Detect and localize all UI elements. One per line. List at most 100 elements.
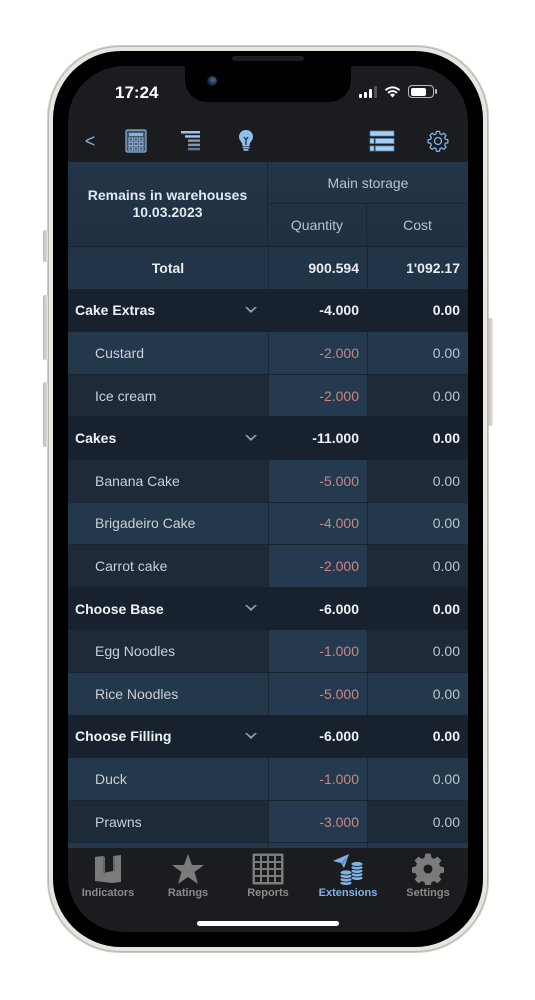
table-row[interactable]: Rice Noodles -5.000 0.00 bbox=[68, 672, 468, 716]
calculator-icon bbox=[125, 129, 147, 153]
mute-switch bbox=[43, 230, 48, 262]
hierarchy-list-icon bbox=[181, 131, 200, 151]
group-cost: 0.00 bbox=[432, 430, 460, 447]
table-row[interactable]: Egg Noodles -1.000 0.00 bbox=[68, 630, 468, 673]
back-button[interactable]: < bbox=[82, 127, 98, 155]
item-quantity: -1.000 bbox=[268, 758, 367, 800]
grid-icon bbox=[252, 853, 284, 885]
home-indicator[interactable] bbox=[197, 921, 339, 926]
battery-icon bbox=[408, 85, 437, 98]
group-name: Choose Filling bbox=[75, 728, 172, 745]
gear-icon bbox=[427, 130, 449, 152]
group-cost: 0.00 bbox=[432, 600, 460, 617]
table-row[interactable]: Carrot cake -2.000 0.00 bbox=[68, 545, 468, 588]
storage-header[interactable]: Main storage bbox=[268, 162, 468, 204]
table-row[interactable]: Prawns -3.000 0.00 bbox=[68, 800, 468, 844]
group-row[interactable]: Cake Extras -4.000 0.00 bbox=[68, 289, 468, 333]
settings-button[interactable] bbox=[425, 127, 451, 155]
star-icon bbox=[172, 854, 204, 884]
item-quantity: -5.000 bbox=[268, 672, 367, 715]
status-icons bbox=[359, 85, 437, 98]
item-name: Ice cream bbox=[95, 387, 157, 404]
screen: 17:24 < Remains in warehouses 10.03.2023… bbox=[68, 66, 468, 932]
group-quantity: -6.000 bbox=[319, 728, 359, 745]
calculator-button[interactable] bbox=[123, 127, 149, 155]
chevron-down-icon[interactable] bbox=[244, 306, 258, 315]
chevron-down-icon[interactable] bbox=[244, 434, 258, 443]
tab-label: Extensions bbox=[318, 887, 378, 899]
report-title-text: Remains in warehouses bbox=[87, 187, 248, 203]
item-quantity: -4.000 bbox=[268, 502, 367, 545]
item-cost: 0.00 bbox=[367, 545, 468, 587]
front-camera bbox=[207, 76, 217, 86]
chevron-down-icon[interactable] bbox=[244, 732, 258, 741]
volume-down-button bbox=[43, 382, 48, 447]
item-name: Banana Cake bbox=[95, 472, 180, 489]
wifi-icon bbox=[384, 85, 401, 97]
notch bbox=[185, 66, 351, 102]
item-quantity: -5.000 bbox=[268, 459, 367, 502]
cost-column-header[interactable]: Cost bbox=[367, 204, 468, 246]
chevron-down-icon[interactable] bbox=[244, 604, 258, 613]
total-row: Total 900.594 1'092.17 bbox=[68, 247, 468, 290]
cellular-signal-icon bbox=[359, 85, 377, 98]
gear-icon bbox=[412, 853, 444, 885]
item-quantity: -3.000 bbox=[268, 800, 367, 843]
warehouse-remains-table: Remains in warehouses 10.03.2023 Main st… bbox=[68, 162, 468, 848]
item-cost: 0.00 bbox=[367, 800, 468, 843]
item-cost: 0.00 bbox=[367, 332, 468, 374]
item-name: Brigadeiro Cake bbox=[95, 515, 196, 532]
tab-label: Reports bbox=[247, 887, 289, 899]
table-row[interactable]: Ice cream -2.000 0.00 bbox=[68, 374, 468, 418]
table-row[interactable]: Custard -2.000 0.00 bbox=[68, 332, 468, 375]
group-quantity: -6.000 bbox=[319, 600, 359, 617]
tab-settings[interactable]: Settings bbox=[388, 852, 468, 899]
item-name: Custard bbox=[95, 344, 145, 361]
item-quantity: -2.000 bbox=[268, 332, 367, 374]
group-row[interactable]: Cakes -11.000 0.00 bbox=[68, 417, 468, 460]
group-cost: 0.00 bbox=[432, 302, 460, 319]
tab-reports[interactable]: Reports bbox=[228, 852, 308, 899]
earpiece-speaker bbox=[232, 56, 304, 61]
group-name: Cake Extras bbox=[75, 302, 156, 319]
item-name: Prawns bbox=[95, 813, 142, 830]
item-quantity: -2.000 bbox=[268, 545, 367, 587]
tab-bar: Indicators Ratings Reports Extensions Se… bbox=[68, 848, 468, 932]
tab-extensions[interactable]: Extensions bbox=[308, 852, 388, 899]
tab-label: Indicators bbox=[81, 887, 135, 899]
item-name: Carrot cake bbox=[95, 557, 168, 574]
status-time: 17:24 bbox=[115, 83, 159, 102]
item-quantity: -1.000 bbox=[268, 630, 367, 672]
total-quantity: 900.594 bbox=[268, 247, 367, 289]
hierarchy-button[interactable] bbox=[178, 127, 204, 155]
item-cost: 0.00 bbox=[367, 374, 468, 417]
tips-button[interactable] bbox=[233, 127, 259, 155]
table-row[interactable]: Duck -1.000 0.00 bbox=[68, 758, 468, 801]
item-name: Duck bbox=[95, 770, 127, 787]
toolbar: < bbox=[68, 121, 468, 161]
item-cost: 0.00 bbox=[367, 502, 468, 545]
group-cost: 0.00 bbox=[432, 728, 460, 745]
item-name: Egg Noodles bbox=[95, 643, 176, 660]
group-name: Cakes bbox=[75, 430, 117, 447]
tab-ratings[interactable]: Ratings bbox=[148, 852, 228, 899]
tab-indicators[interactable]: Indicators bbox=[68, 852, 148, 899]
item-name: Rice Noodles bbox=[95, 685, 179, 702]
total-label: Total bbox=[151, 259, 185, 276]
table-row[interactable]: Brigadeiro Cake -4.000 0.00 bbox=[68, 502, 468, 546]
power-button bbox=[488, 318, 493, 426]
item-cost: 0.00 bbox=[367, 758, 468, 800]
tab-label: Ratings bbox=[167, 887, 209, 899]
tab-label: Settings bbox=[406, 887, 450, 899]
list-view-button[interactable] bbox=[367, 127, 397, 155]
report-title: Remains in warehouses 10.03.2023 bbox=[68, 162, 268, 246]
group-row[interactable]: Choose Filling -6.000 0.00 bbox=[68, 715, 468, 759]
total-cost: 1'092.17 bbox=[367, 247, 468, 289]
item-cost: 0.00 bbox=[367, 672, 468, 715]
table-row[interactable]: Banana Cake -5.000 0.00 bbox=[68, 459, 468, 503]
table-header: Remains in warehouses 10.03.2023 Main st… bbox=[68, 162, 468, 247]
quantity-column-header[interactable]: Quantity bbox=[268, 204, 367, 246]
lightbulb-icon bbox=[239, 130, 253, 151]
group-row[interactable]: Choose Base -6.000 0.00 bbox=[68, 587, 468, 631]
volume-up-button bbox=[43, 295, 48, 360]
